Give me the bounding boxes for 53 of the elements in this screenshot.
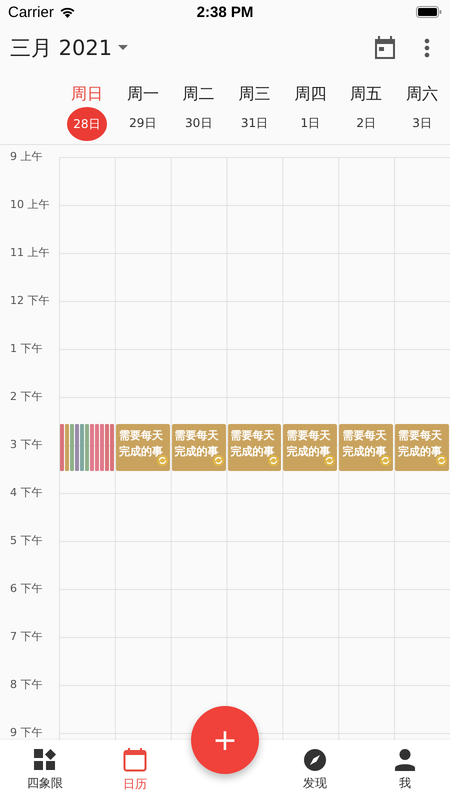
event-stripe[interactable] — [70, 424, 74, 471]
date-button[interactable]: 2日 — [346, 107, 386, 139]
event-text: 需要每天 — [174, 428, 220, 444]
month-selector[interactable]: 三月 2021 — [10, 34, 128, 62]
status-time: 2:38 PM — [196, 4, 254, 20]
weekday-label: 周三 — [238, 84, 270, 105]
event-stripe[interactable] — [64, 424, 69, 471]
calendar-icon[interactable] — [374, 36, 396, 60]
event-text: 完成的事 — [286, 444, 332, 460]
caret-icon — [118, 45, 128, 51]
event-stripe[interactable] — [100, 424, 104, 471]
wifi-icon — [58, 6, 76, 18]
weekday-label: 周日 — [70, 84, 103, 105]
weekday-label: 周一 — [126, 84, 159, 105]
event-text: 完成的事 — [174, 444, 220, 460]
person-icon — [394, 748, 416, 770]
date-button[interactable]: 30日 — [178, 107, 219, 139]
weekday-label: 周五 — [350, 84, 382, 105]
battery-icon — [416, 6, 442, 18]
weekday-label: 周四 — [294, 84, 326, 105]
event-text: 需要每天 — [118, 428, 164, 444]
event-stripe[interactable] — [110, 424, 114, 471]
event-stripe[interactable] — [84, 424, 89, 471]
date-button[interactable]: 3日 — [402, 107, 442, 139]
event-text: 完成的事 — [398, 444, 444, 460]
nav-tab[interactable]: 四象限 — [0, 740, 90, 800]
calendar-icon — [123, 748, 147, 772]
date-button[interactable]: 31日 — [234, 107, 274, 139]
event-stripe[interactable] — [74, 424, 79, 471]
date-button[interactable]: 28日 — [66, 107, 107, 141]
grid-icon — [34, 748, 56, 770]
compass-icon — [304, 748, 326, 770]
weekday-label: 周二 — [182, 84, 215, 105]
nav-tab[interactable]: 日历 — [90, 740, 180, 800]
more-icon[interactable] — [424, 38, 430, 58]
event-text: 需要每天 — [398, 428, 444, 444]
event-text: 完成的事 — [342, 444, 388, 460]
date-button[interactable]: 29日 — [122, 107, 163, 139]
event-stripe[interactable] — [104, 424, 109, 471]
carrier-label: Carrier — [8, 4, 54, 20]
event-text: 完成的事 — [118, 444, 164, 460]
event-stripe[interactable] — [94, 424, 99, 471]
add-button[interactable]: + — [191, 706, 259, 774]
nav-tab[interactable]: 发现 — [270, 740, 360, 800]
event-stripe[interactable] — [80, 424, 84, 471]
event-text: 需要每天 — [230, 428, 276, 444]
event-text: 需要每天 — [342, 428, 388, 444]
event-stripe[interactable] — [90, 424, 94, 471]
weekday-label: 周六 — [406, 84, 438, 105]
event-text: 需要每天 — [286, 428, 332, 444]
nav-tab[interactable]: 我 — [360, 740, 450, 800]
date-button[interactable]: 1日 — [290, 107, 330, 139]
event-text: 完成的事 — [230, 444, 276, 460]
